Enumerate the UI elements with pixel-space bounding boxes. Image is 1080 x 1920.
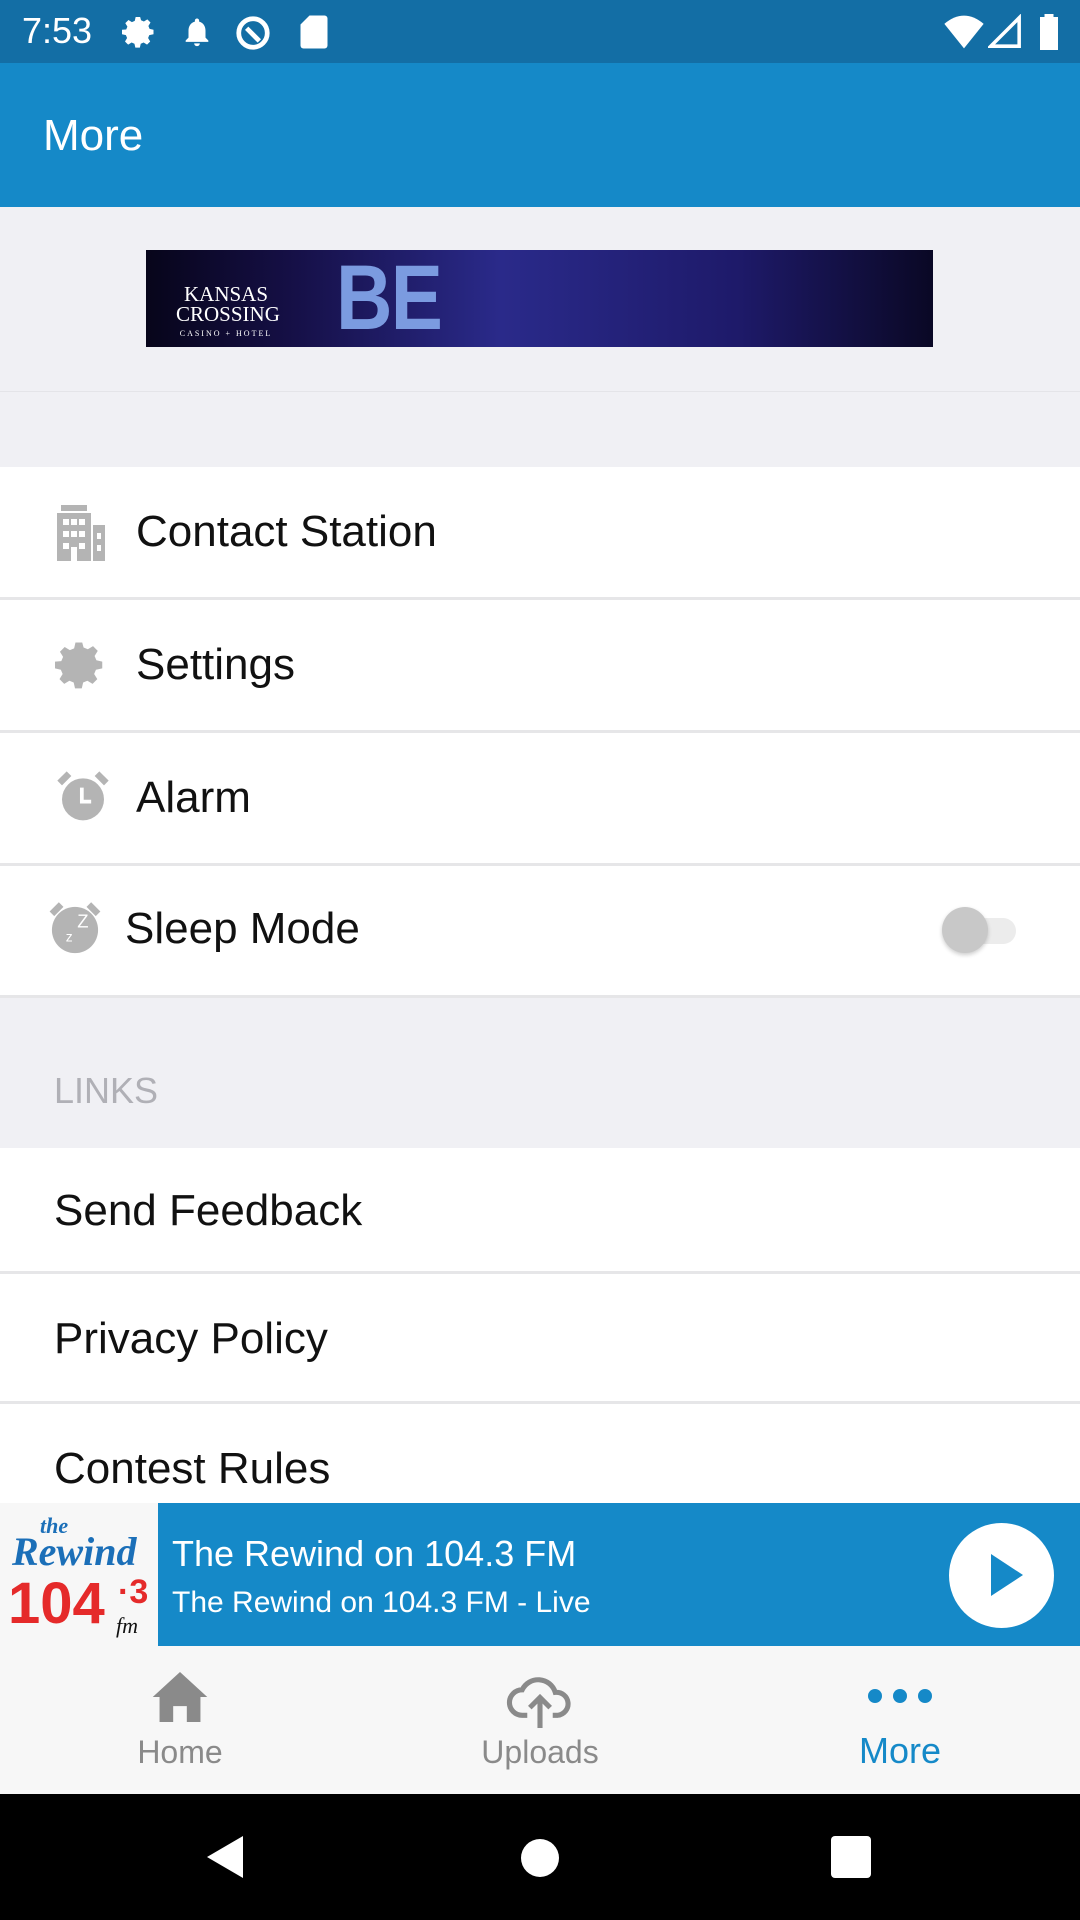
sleep-mode-toggle[interactable] [942, 907, 1020, 953]
link-label: Send Feedback [54, 1186, 363, 1235]
more-dots-icon [868, 1689, 932, 1703]
player-title: The Rewind on 104.3 FM [172, 1533, 577, 1574]
svg-text:the: the [40, 1513, 68, 1538]
home-icon [152, 1672, 208, 1722]
status-bar: 7:53 [0, 0, 1080, 63]
player-subtitle: The Rewind on 104.3 FM - Live [172, 1586, 591, 1619]
home-nav-icon[interactable] [520, 1838, 560, 1878]
play-button[interactable] [949, 1523, 1054, 1628]
building-icon [57, 505, 105, 561]
gear-icon [122, 17, 154, 48]
wifi-icon [944, 15, 984, 49]
tab-uploads[interactable]: Uploads [360, 1646, 720, 1794]
ad-area: KANSAS CROSSINGCASINO + HOTEL BE ENTERTA… [0, 207, 1080, 392]
svg-text:·3: ·3 [118, 1573, 148, 1611]
menu-item-label: Alarm [136, 773, 251, 822]
tab-more[interactable]: More [720, 1646, 1080, 1794]
ad-logo: KANSAS CROSSING CASINO + HOTEL [176, 282, 280, 339]
menu-item-alarm[interactable]: Alarm [0, 733, 1080, 866]
tab-label: More [858, 1730, 942, 1771]
bottom-tab-bar: Home Uploads More [0, 1646, 1080, 1794]
tab-label: Uploads [481, 1734, 599, 1770]
signal-icon [988, 14, 1021, 48]
recents-icon[interactable] [831, 1836, 871, 1878]
clock: 7:53 [22, 10, 93, 51]
play-icon [991, 1554, 1023, 1596]
links-section-header: LINKS [54, 1070, 159, 1111]
sleep-clock-icon: Zz [49, 902, 101, 954]
link-label: Contest Rules [54, 1444, 331, 1493]
menu-item-settings[interactable]: Settings [0, 600, 1080, 733]
sd-card-icon [300, 15, 328, 49]
svg-text:z: z [66, 929, 73, 945]
link-label: Privacy Policy [54, 1314, 328, 1363]
ad-headline: BE ENTERTAINED [336, 250, 869, 347]
tab-home[interactable]: Home [0, 1646, 360, 1794]
svg-text:Z: Z [77, 911, 88, 932]
link-send-feedback[interactable]: Send Feedback [0, 1148, 1080, 1274]
menu-item-label: Settings [136, 640, 295, 689]
page-title: More [43, 111, 144, 160]
app-bar: More [0, 63, 1080, 207]
menu-item-sleep-mode[interactable]: Zz Sleep Mode [0, 866, 1080, 998]
bell-icon [185, 18, 209, 47]
svg-text:fm: fm [116, 1613, 138, 1638]
menu-item-label: Sleep Mode [125, 904, 360, 953]
tab-label: Home [137, 1734, 223, 1770]
back-icon[interactable] [205, 1834, 245, 1880]
svg-text:Rewind: Rewind [11, 1529, 137, 1574]
cloud-upload-icon [506, 1677, 571, 1728]
menu-item-contact-station[interactable]: Contact Station [0, 467, 1080, 600]
alarm-clock-icon [57, 771, 109, 821]
ad-banner[interactable]: KANSAS CROSSINGCASINO + HOTEL BE ENTERTA… [146, 250, 933, 347]
q-app-icon [236, 16, 270, 50]
battery-icon [1040, 14, 1058, 50]
link-privacy-policy[interactable]: Privacy Policy [0, 1274, 1080, 1404]
mini-player[interactable]: Rewind the 104 ·3 fm The Rewind on 104.3 FM … [0, 1503, 1080, 1646]
menu-item-label: Contact Station [136, 507, 437, 556]
station-logo: Rewind the 104 ·3 fm [0, 1503, 158, 1646]
system-nav-bar [0, 1794, 1080, 1920]
svg-text:104: 104 [8, 1571, 105, 1636]
gear-icon [55, 642, 103, 689]
